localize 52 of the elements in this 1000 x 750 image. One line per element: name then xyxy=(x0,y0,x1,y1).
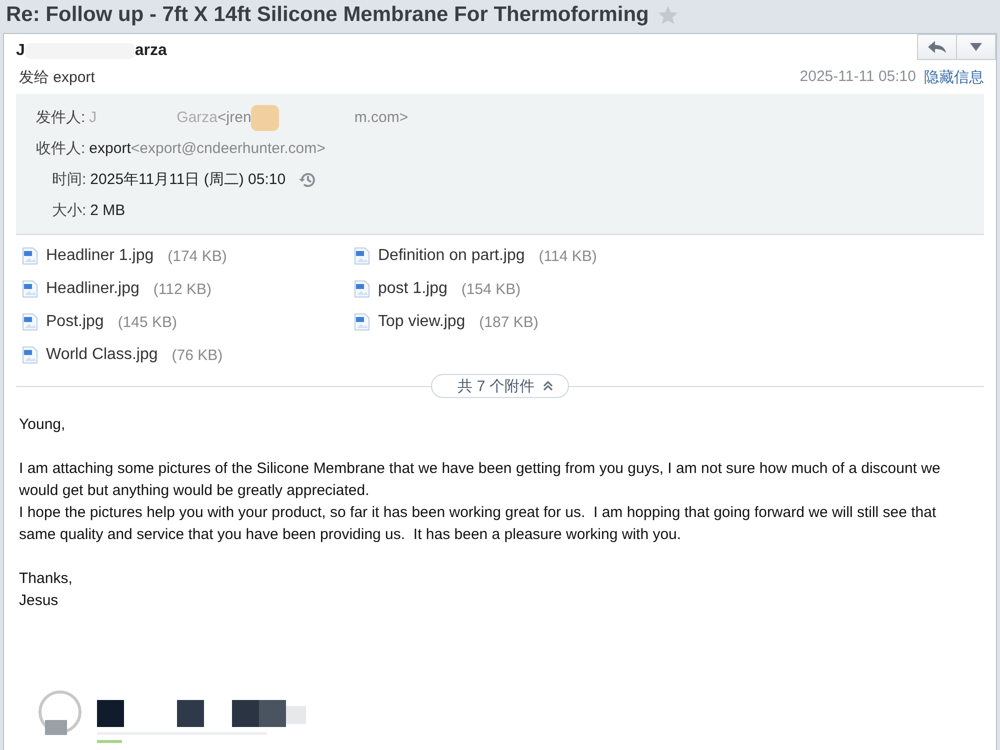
email-subject: Re: Follow up - 7ft X 14ft Silicone Membrane For Thermoforming xyxy=(6,2,649,26)
attachment-name[interactable]: Definition on part.jpg xyxy=(378,247,525,265)
image-file-icon xyxy=(354,313,370,331)
body-paragraph: Jesus xyxy=(19,591,60,611)
attachment-size: (187 KB) xyxy=(479,314,538,330)
sender-name: J xyxy=(89,109,97,126)
redaction-mark xyxy=(251,104,280,130)
attachment-name[interactable]: Post.jpg xyxy=(46,313,104,331)
attachment-name[interactable]: post 1.jpg xyxy=(378,280,448,298)
sender-name: J xyxy=(16,42,25,60)
attachment-size: (114 KB) xyxy=(538,248,597,264)
double-chevron-icon xyxy=(542,380,554,392)
sender-email: m.com> xyxy=(354,109,408,126)
attachment-name[interactable]: World Class.jpg xyxy=(46,346,158,364)
body-paragraph: Young, xyxy=(19,415,66,435)
reply-icon xyxy=(927,40,947,54)
attachments-toggle[interactable]: 共 7 个附件 xyxy=(430,374,570,398)
sent-time: 2025年11月11日 (周二) 05:10 xyxy=(90,170,286,189)
field-label: 发件人: xyxy=(36,108,86,127)
sender-name: arza xyxy=(134,42,167,60)
body-paragraph: I am attaching some pictures of the Silicone Membrane that we have been getting from you guys, I am not sure how much of a discount we would get but anything would be greatly appreciated. xyxy=(19,459,942,501)
attachment-size: (112 KB) xyxy=(153,280,212,298)
recipient-name: export xyxy=(89,140,131,157)
email-date: 2025-11-11 05:10 xyxy=(800,68,916,86)
image-file-icon xyxy=(354,280,370,298)
image-file-icon xyxy=(354,247,370,265)
caret-icon xyxy=(970,43,982,51)
recipient-summary: 发给 export xyxy=(19,68,95,86)
reply-button[interactable] xyxy=(917,34,957,60)
attachment-size: (76 KB) xyxy=(172,346,223,364)
recipient-email: <export@cndeerhunter.com> xyxy=(130,140,326,157)
attachment-name[interactable]: Headliner.jpg xyxy=(46,280,140,298)
image-file-icon xyxy=(22,280,38,298)
star-icon[interactable] xyxy=(656,4,679,26)
image-file-icon xyxy=(22,346,38,364)
hide-details-link[interactable]: 隐藏信息 xyxy=(924,68,984,86)
image-file-icon xyxy=(22,247,38,265)
body-paragraph: I hope the pictures help you with your product, so far it has been working great for us. I am hopping that going forward we will still see that same quality and service that you have been providing us. It has been a pleasure working with you. xyxy=(19,503,938,545)
image-file-icon xyxy=(22,313,38,331)
sender-name: Garza xyxy=(176,109,218,126)
attachment-size: (174 KB) xyxy=(168,248,227,264)
attachment-size: (154 KB) xyxy=(461,280,521,298)
attachment-name[interactable]: Headliner 1.jpg xyxy=(46,247,154,265)
attachment-name[interactable]: Top view.jpg xyxy=(378,313,466,331)
field-label: 时间: xyxy=(52,170,86,189)
more-button[interactable] xyxy=(956,34,996,60)
field-label: 大小: xyxy=(52,201,86,220)
sender-email: <jren xyxy=(218,109,252,126)
attachment-size: (145 KB) xyxy=(118,314,178,330)
body-paragraph: Thanks, xyxy=(19,569,74,589)
email-size: 2 MB xyxy=(90,202,126,219)
field-label: 收件人: xyxy=(36,139,86,158)
